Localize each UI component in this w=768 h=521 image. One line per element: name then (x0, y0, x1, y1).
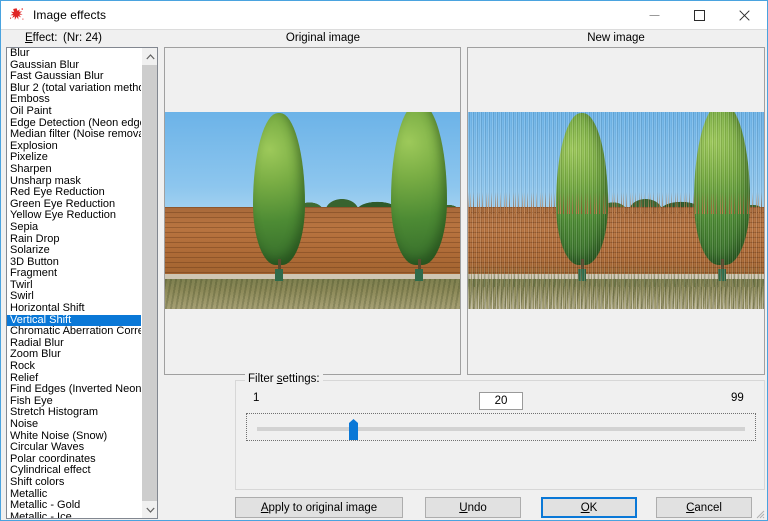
effect-list-item[interactable]: Stretch Histogram (7, 407, 141, 419)
window-controls (632, 1, 767, 29)
splatter-icon (9, 7, 25, 23)
effect-list-item[interactable]: Polar coordinates (7, 454, 141, 466)
scroll-up-icon[interactable] (142, 48, 157, 65)
new-image-caption: New image (587, 32, 645, 44)
original-image-panel (164, 47, 461, 375)
original-photo (165, 112, 460, 309)
effect-list-item[interactable]: Fast Gaussian Blur (7, 71, 141, 83)
grass-layer (468, 279, 764, 309)
tree-crown (556, 113, 608, 265)
effect-list-item[interactable]: Noise (7, 419, 141, 431)
original-image-caption: Original image (285, 32, 361, 44)
effect-list-item[interactable]: Radial Blur (7, 338, 141, 350)
effect-list-item[interactable]: Oil Paint (7, 106, 141, 118)
effect-list-item[interactable]: Chromatic Aberration Correction (7, 326, 141, 338)
effects-list-scrollbar[interactable] (141, 48, 157, 518)
effect-list-item[interactable]: Vertical Shift (7, 314, 141, 327)
filter-settings-title: Filter settings: (245, 373, 323, 385)
resize-grip[interactable] (753, 506, 765, 519)
slider-track[interactable] (257, 427, 745, 431)
effect-list-item[interactable]: Unsharp mask (7, 176, 141, 188)
ok-button[interactable]: OK (541, 497, 637, 518)
tree-right (694, 112, 750, 281)
tree-crown (391, 112, 447, 265)
close-button[interactable] (722, 1, 767, 29)
slider-max-label: 99 (731, 392, 744, 404)
effect-list-item[interactable]: Explosion (7, 141, 141, 153)
filter-value-input[interactable]: 20 (479, 392, 523, 410)
effect-list-item[interactable]: Gaussian Blur (7, 60, 141, 72)
slider-min-label: 1 (253, 392, 260, 404)
effect-list-item[interactable]: Metallic (7, 489, 141, 501)
title-bar: Image effects (1, 1, 767, 30)
effect-list-item[interactable]: Rain Drop (7, 234, 141, 246)
scroll-down-icon[interactable] (142, 501, 157, 518)
effect-list-item[interactable]: Blur (7, 48, 141, 60)
apply-to-original-image-button[interactable]: Apply to original image (235, 497, 403, 518)
effect-list-item[interactable]: Sepia (7, 222, 141, 234)
effect-list-item[interactable]: Twirl (7, 280, 141, 292)
effect-list-item[interactable]: Circular Waves (7, 442, 141, 454)
effect-list-item[interactable]: Metallic - Gold (7, 500, 141, 512)
effect-list-item[interactable]: 3D Button (7, 257, 141, 269)
effect-list-item[interactable]: Pixelize (7, 152, 141, 164)
image-effects-dialog: Image effects Effect: (Nr: 24) Original … (0, 0, 768, 521)
undo-button[interactable]: Undo (425, 497, 521, 518)
tree-crown (253, 113, 305, 265)
tree-right (391, 112, 447, 281)
effect-number: (Nr: 24) (63, 32, 102, 44)
effect-list-item[interactable]: Metallic - Ice (7, 512, 141, 518)
effect-list-item[interactable]: Sharpen (7, 164, 141, 176)
effect-list-item[interactable]: Cylindrical effect (7, 465, 141, 477)
tree-guard (275, 269, 283, 281)
effect-list-item[interactable]: Horizontal Shift (7, 303, 141, 315)
scrollbar-thumb[interactable] (142, 65, 157, 501)
filter-slider[interactable] (246, 413, 756, 441)
slider-thumb[interactable] (348, 419, 359, 440)
window-title: Image effects (33, 8, 107, 22)
effect-label: Effect: (25, 32, 58, 44)
tree-left (253, 112, 305, 281)
effect-list-item[interactable]: Swirl (7, 291, 141, 303)
effect-list-item[interactable]: Fish Eye (7, 396, 141, 408)
effect-list-item[interactable]: White Noise (Snow) (7, 431, 141, 443)
tree-left (556, 112, 608, 281)
effects-listbox[interactable]: Blur Gaussian Blur Fast Gaussian Blur Blur … (6, 47, 158, 519)
effects-list[interactable]: Blur Gaussian Blur Fast Gaussian Blur Blur … (7, 48, 141, 518)
tree-guard (578, 269, 586, 281)
grass-layer (165, 279, 460, 309)
effect-list-item[interactable]: Median filter (Noise removal) (7, 129, 141, 141)
effect-list-item[interactable]: Relief (7, 373, 141, 385)
effect-list-item[interactable]: Blur 2 (total variation method) (7, 83, 141, 95)
cancel-button[interactable]: Cancel (656, 497, 752, 518)
effect-list-item[interactable]: Solarize (7, 245, 141, 257)
effect-list-item[interactable]: Zoom Blur (7, 349, 141, 361)
maximize-button[interactable] (677, 1, 722, 29)
effect-list-item[interactable]: Red Eye Reduction (7, 187, 141, 199)
effect-list-item[interactable]: Edge Detection (Neon edge) (7, 118, 141, 130)
processed-photo (468, 112, 764, 309)
effect-list-item[interactable]: Fragment (7, 268, 141, 280)
tree-guard (718, 269, 726, 281)
minimize-button[interactable] (632, 1, 677, 29)
effect-list-item[interactable]: Find Edges (Inverted Neon edge) (7, 384, 141, 396)
effect-list-item[interactable]: Green Eye Reduction (7, 199, 141, 211)
effect-list-item[interactable]: Rock (7, 361, 141, 373)
tree-guard (415, 269, 423, 281)
effect-list-item[interactable]: Yellow Eye Reduction (7, 210, 141, 222)
tree-crown (694, 112, 750, 265)
new-image-panel (467, 47, 765, 375)
effect-list-item[interactable]: Emboss (7, 94, 141, 106)
effect-list-item[interactable]: Shift colors (7, 477, 141, 489)
